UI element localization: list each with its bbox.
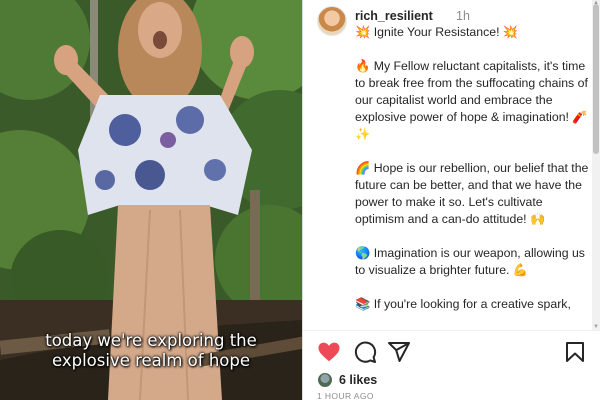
comment-button[interactable] — [351, 338, 379, 366]
caption-paragraph: 🌎 Imagination is our weapon, allowing us… — [355, 246, 585, 277]
video-player[interactable]: today we're exploring the explosive real… — [0, 0, 302, 400]
caption-paragraph: 🌈 Hope is our rebellion, our belief that… — [355, 161, 589, 226]
video-subtitle-line-2: explosive realm of hope — [51, 351, 251, 370]
liker-avatar[interactable] — [317, 372, 333, 388]
save-button[interactable] — [561, 338, 589, 366]
video-subtitle-line-1: today we're exploring the — [45, 331, 257, 350]
share-button[interactable] — [385, 338, 413, 366]
post-timestamp[interactable]: 1 HOUR AGO — [317, 391, 374, 400]
action-bar — [303, 338, 600, 370]
heart-filled-icon — [318, 342, 340, 362]
comment-icon — [354, 341, 377, 363]
like-button[interactable] — [315, 338, 343, 366]
bookmark-icon — [566, 342, 584, 362]
likes-row: 6 likes — [317, 370, 377, 390]
avatar[interactable] — [317, 6, 347, 36]
send-icon — [388, 342, 410, 362]
divider — [303, 330, 600, 331]
instagram-post-view: today we're exploring the explosive real… — [0, 0, 600, 400]
post-caption: 💥 Ignite Your Resistance! 💥 🔥 My Fellow … — [355, 24, 595, 328]
username-link[interactable]: rich_resilient — [355, 9, 433, 23]
post-panel: rich_resilient 1h 💥 Ignite Your Resistan… — [302, 0, 600, 400]
post-time: 1h — [456, 9, 470, 23]
caption-scrollbar[interactable]: ▲ ▼ — [592, 0, 600, 330]
scrollbar-thumb[interactable] — [593, 4, 599, 154]
caption-paragraph: 💥 Ignite Your Resistance! 💥 — [355, 25, 519, 39]
caption-paragraph: 📚 If you're looking for a creative spark… — [355, 297, 571, 311]
caption-paragraph: 🔥 My Fellow reluctant capitalists, it's … — [355, 59, 588, 141]
likes-count[interactable]: 6 likes — [339, 373, 377, 387]
